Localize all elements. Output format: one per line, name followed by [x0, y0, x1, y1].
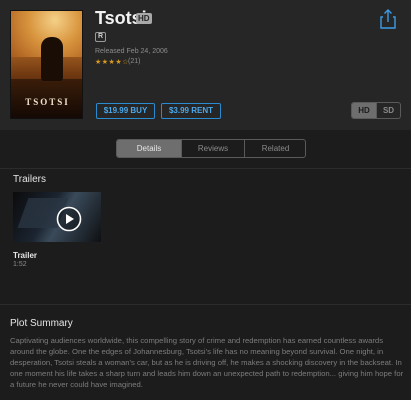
- trailer-label[interactable]: Trailer: [13, 251, 37, 260]
- review-count: (21): [128, 58, 141, 65]
- movie-poster: TSOTSI: [10, 10, 83, 119]
- share-icon[interactable]: [380, 9, 396, 29]
- poster-title-text: TSOTSI: [25, 97, 70, 107]
- plot-summary-text: Captivating audiences worldwide, this co…: [10, 336, 404, 389]
- star-rating: ★★★★☆: [95, 59, 129, 66]
- format-toggle: HD SD: [351, 102, 401, 119]
- hd-badge: HD: [136, 13, 152, 24]
- play-icon[interactable]: [56, 206, 82, 232]
- buy-button[interactable]: $19.99 BUY: [96, 103, 155, 119]
- format-option-hd[interactable]: HD: [352, 103, 376, 118]
- format-option-sd[interactable]: SD: [376, 103, 400, 118]
- trailers-heading: Trailers: [13, 174, 46, 185]
- section-divider: [0, 304, 411, 305]
- section-divider: [0, 168, 411, 169]
- rent-button[interactable]: $3.99 RENT: [161, 103, 221, 119]
- tab-related[interactable]: Related: [244, 140, 305, 157]
- tab-details[interactable]: Details: [117, 140, 181, 157]
- trailer-thumbnail[interactable]: [13, 192, 101, 242]
- release-date: Released Feb 24, 2006: [95, 48, 168, 55]
- tab-reviews[interactable]: Reviews: [181, 140, 244, 157]
- poster-figure: [41, 37, 63, 81]
- detail-tabs: Details Reviews Related: [116, 139, 306, 158]
- trailer-duration: 1:52: [13, 261, 27, 268]
- rating-badge: R: [95, 32, 106, 42]
- plot-summary-heading: Plot Summary: [10, 318, 73, 329]
